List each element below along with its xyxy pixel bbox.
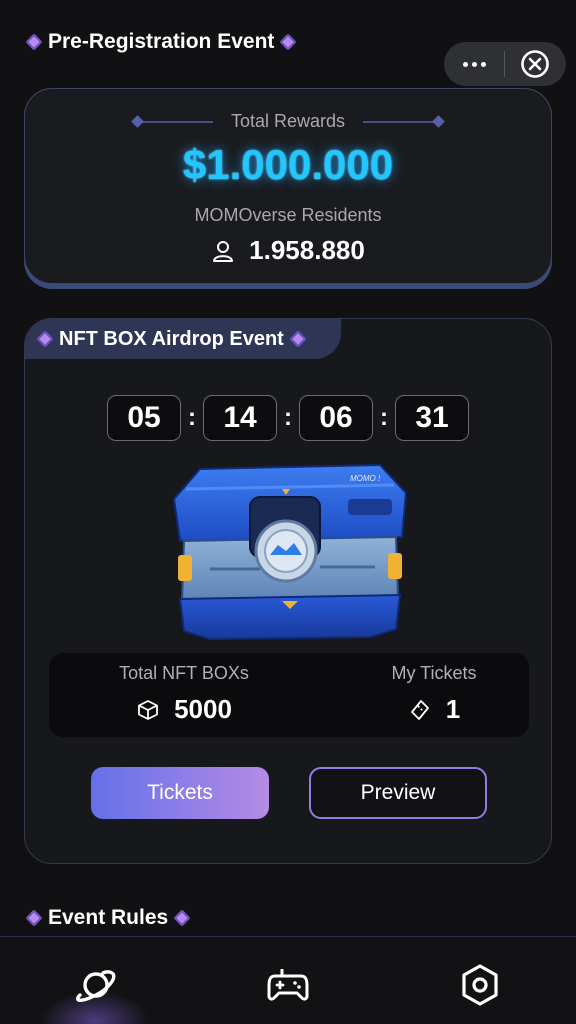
total-rewards-value: $1.000.000 — [182, 141, 394, 188]
bottom-navigation — [0, 936, 576, 1024]
my-tickets-label: My Tickets — [391, 663, 477, 683]
ticket-icon — [410, 699, 429, 720]
residents-count: 1.958.880 — [249, 235, 365, 265]
gamepad-icon — [267, 969, 309, 1001]
event-rules-title: Event Rules — [25, 906, 191, 930]
residents-count-row: 1.958.880 — [25, 235, 551, 266]
window-capsule — [444, 42, 566, 86]
countdown-seconds: 31 — [395, 395, 469, 441]
nft-airdrop-card: NFT BOX Airdrop Event 05 : 14 : 06 : 31 — [24, 318, 552, 864]
nft-stats-panel: Total NFT BOXs 5000 My Tickets 1 — [49, 653, 529, 737]
nav-tab-settings[interactable] — [452, 957, 508, 1013]
countdown-separator: : — [380, 404, 388, 431]
nav-tab-games[interactable] — [260, 957, 316, 1013]
total-nft-boxes-value: 5000 — [174, 694, 232, 724]
user-icon — [213, 240, 234, 262]
countdown-days: 05 — [107, 395, 181, 441]
my-tickets-stat: My Tickets 1 — [339, 663, 529, 725]
countdown-minutes: 06 — [299, 395, 373, 441]
rewards-label-row: Total Rewards — [25, 111, 551, 132]
nav-tab-explore[interactable] — [68, 957, 124, 1013]
preview-button[interactable]: Preview — [309, 767, 487, 819]
page-title-text: Pre-Registration Event — [48, 30, 275, 53]
close-circle-icon[interactable] — [505, 42, 565, 86]
total-rewards-card: Total Rewards $1.000.000 MOMOverse Resid… — [24, 88, 552, 284]
diamond-icon — [279, 33, 297, 51]
hexagon-settings-icon — [462, 964, 498, 1006]
nft-event-tab: NFT BOX Airdrop Event — [25, 319, 341, 359]
divider-line — [136, 120, 213, 123]
countdown-hours: 14 — [203, 395, 277, 441]
countdown-separator: : — [284, 404, 292, 431]
event-rules-title-text: Event Rules — [48, 906, 169, 929]
planet-icon — [76, 970, 116, 1002]
box-icon — [138, 699, 158, 720]
more-dots-icon[interactable] — [444, 42, 504, 86]
total-nft-boxes-stat: Total NFT BOXs 5000 — [89, 663, 279, 725]
total-nft-boxes-label: Total NFT BOXs — [119, 663, 249, 683]
divider-line — [363, 120, 440, 123]
diamond-icon — [289, 330, 307, 348]
page-title: Pre-Registration Event — [25, 30, 297, 54]
diamond-icon — [173, 909, 191, 927]
diamond-icon — [25, 33, 43, 51]
tickets-button[interactable]: Tickets — [91, 767, 269, 819]
nft-event-title-text: NFT BOX Airdrop Event — [59, 327, 284, 350]
residents-label: MOMOverse Residents — [194, 205, 382, 225]
countdown-separator: : — [188, 404, 196, 431]
chest-logo-text: MOMO ! — [350, 474, 381, 483]
diamond-icon — [25, 909, 43, 927]
nft-event-title: NFT BOX Airdrop Event — [36, 327, 307, 351]
diamond-icon — [36, 330, 54, 348]
my-tickets-value: 1 — [445, 694, 461, 724]
countdown-timer: 05 : 14 : 06 : 31 — [107, 395, 469, 441]
total-rewards-label: Total Rewards — [230, 111, 346, 131]
nft-box-chest-image: MOMO ! — [172, 463, 408, 641]
